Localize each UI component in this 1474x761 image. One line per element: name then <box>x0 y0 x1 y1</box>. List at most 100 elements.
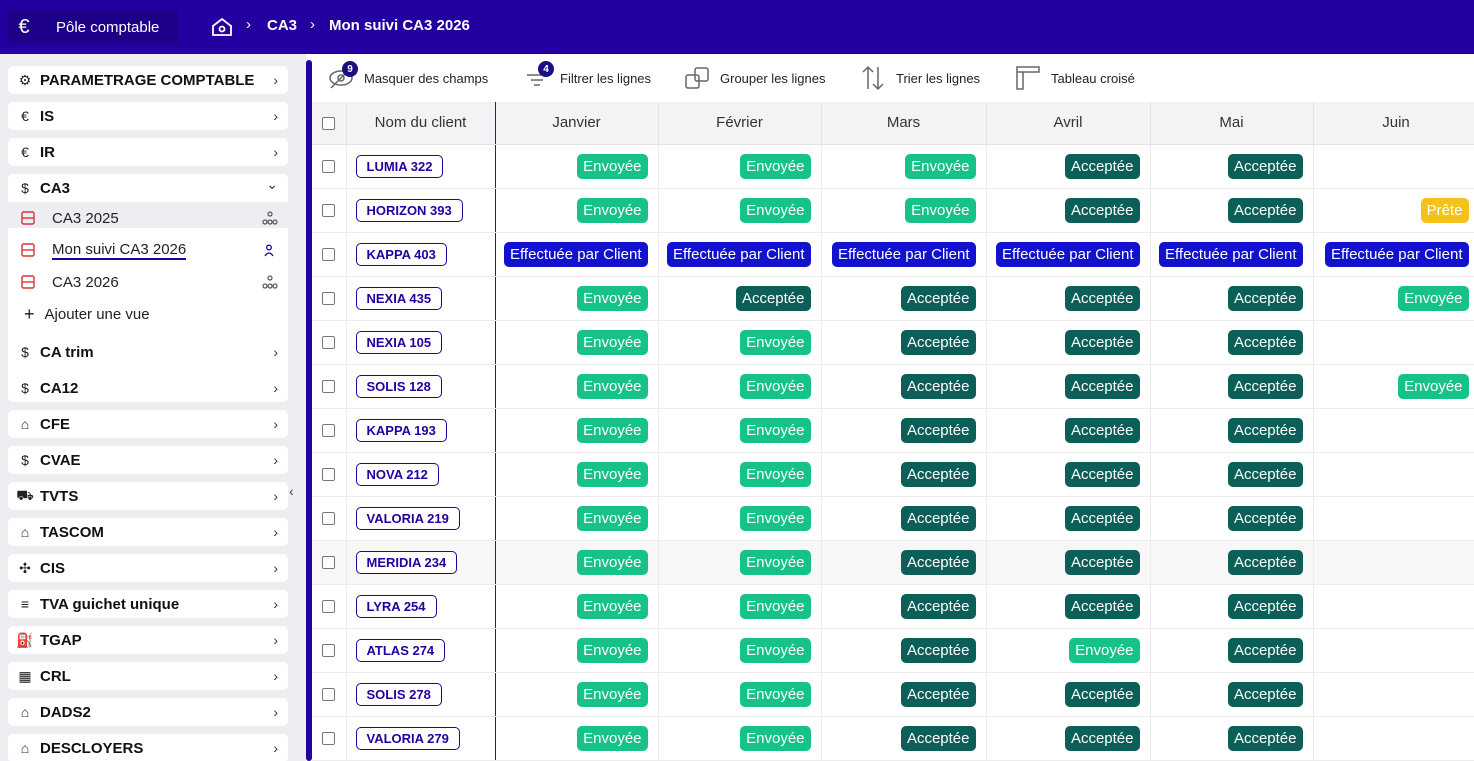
table-row[interactable]: HORIZON 393 Envoyée Envoyée Envoyée Acceptée… <box>312 188 1474 233</box>
status-cell[interactable] <box>1313 716 1474 761</box>
status-cell[interactable]: Envoyée <box>658 364 822 409</box>
row-checkbox[interactable] <box>322 556 336 570</box>
status-cell[interactable]: Envoyée <box>658 628 822 673</box>
status-cell[interactable]: Acceptée <box>986 144 1151 189</box>
row-checkbox[interactable] <box>322 292 336 306</box>
status-cell[interactable]: Envoyée <box>495 628 659 673</box>
sidebar-item-crl[interactable]: ▦ CRL › <box>8 662 288 690</box>
table-row[interactable]: KAPPA 403 Effectuée par Client Effectuée p… <box>312 232 1474 277</box>
sidebar-item-ca12[interactable]: $ CA12 › <box>8 374 288 402</box>
status-cell[interactable]: Acceptée <box>1150 540 1314 585</box>
group-rows-button[interactable]: Grouper les lignes <box>682 54 826 102</box>
table-row[interactable]: KAPPA 193 Envoyée Envoyée Acceptée Acceptée A… <box>312 408 1474 453</box>
status-cell[interactable]: Acceptée <box>1150 364 1314 409</box>
status-cell[interactable]: Envoyée <box>495 188 659 233</box>
status-cell[interactable]: Effectuée par Client <box>986 232 1151 277</box>
sidebar-item-ca-trim[interactable]: $ CA trim › <box>8 338 288 366</box>
column-header[interactable]: Avril <box>986 102 1151 145</box>
status-cell[interactable]: Envoyée <box>821 144 987 189</box>
sidebar-item-tgap[interactable]: ⛽ TGAP › <box>8 626 288 654</box>
row-checkbox[interactable] <box>322 248 336 262</box>
status-cell[interactable]: Prête <box>1313 188 1474 233</box>
status-cell[interactable]: Acceptée <box>986 672 1151 717</box>
client-chip[interactable]: ATLAS 274 <box>355 638 446 662</box>
status-cell[interactable]: Envoyée <box>495 408 659 453</box>
status-cell[interactable]: Acceptée <box>986 452 1151 497</box>
status-cell[interactable]: Envoyée <box>658 672 822 717</box>
status-cell[interactable]: Envoyée <box>495 496 659 541</box>
home-icon[interactable] <box>210 15 234 39</box>
status-cell[interactable]: Acceptée <box>986 408 1151 453</box>
status-cell[interactable]: Effectuée par Client <box>1313 232 1474 277</box>
column-header[interactable]: Nom du client <box>346 102 496 145</box>
status-cell[interactable]: Envoyée <box>495 452 659 497</box>
status-cell[interactable]: Envoyée <box>658 144 822 189</box>
row-checkbox[interactable] <box>322 468 336 482</box>
status-cell[interactable]: Acceptée <box>986 540 1151 585</box>
status-cell[interactable] <box>1313 496 1474 541</box>
table-row[interactable]: VALORIA 219 Envoyée Envoyée Acceptée Accepté… <box>312 496 1474 541</box>
status-cell[interactable]: Envoyée <box>1313 276 1474 321</box>
status-cell[interactable]: Envoyée <box>1313 364 1474 409</box>
table-row[interactable]: NOVA 212 Envoyée Envoyée Acceptée Acceptée Ac… <box>312 452 1474 497</box>
status-cell[interactable] <box>1313 540 1474 585</box>
status-cell[interactable]: Envoyée <box>495 584 659 629</box>
sidebar-item-cfe[interactable]: ⌂ CFE › <box>8 410 288 438</box>
status-cell[interactable]: Envoyée <box>658 496 822 541</box>
status-cell[interactable]: Envoyée <box>658 188 822 233</box>
status-cell[interactable]: Envoyée <box>495 276 659 321</box>
status-cell[interactable]: Acceptée <box>986 320 1151 365</box>
status-cell[interactable]: Acceptée <box>821 452 987 497</box>
status-cell[interactable]: Acceptée <box>1150 408 1314 453</box>
status-cell[interactable]: Envoyée <box>495 364 659 409</box>
client-chip[interactable]: NEXIA 105 <box>355 330 443 354</box>
status-cell[interactable]: Acceptée <box>986 364 1151 409</box>
status-cell[interactable]: Envoyée <box>658 540 822 585</box>
status-cell[interactable]: Envoyée <box>658 584 822 629</box>
row-checkbox[interactable] <box>322 204 336 218</box>
client-chip[interactable]: MERIDIA 234 <box>355 550 458 574</box>
status-cell[interactable]: Acceptée <box>821 672 987 717</box>
status-cell[interactable]: Acceptée <box>1150 628 1314 673</box>
status-cell[interactable]: Acceptée <box>1150 496 1314 541</box>
client-chip[interactable]: KAPPA 403 <box>355 242 447 266</box>
status-cell[interactable] <box>1313 408 1474 453</box>
table-row[interactable]: ATLAS 274 Envoyée Envoyée Acceptée Envoyée Ac… <box>312 628 1474 673</box>
client-chip[interactable]: SOLIS 128 <box>355 374 442 398</box>
status-cell[interactable]: Acceptée <box>1150 716 1314 761</box>
sidebar-item-ca3[interactable]: $ CA3 ⌄ <box>8 174 288 202</box>
sidebar-item-tvts[interactable]: ⛟ TVTS › <box>8 482 288 510</box>
row-checkbox[interactable] <box>322 644 336 658</box>
status-cell[interactable]: Envoyée <box>658 320 822 365</box>
filter-rows-button[interactable]: 4 Filtrer les lignes <box>522 54 651 102</box>
status-cell[interactable]: Envoyée <box>495 320 659 365</box>
status-cell[interactable] <box>1313 320 1474 365</box>
column-header[interactable]: Janvier <box>495 102 659 145</box>
sidebar-item-dads2[interactable]: ⌂ DADS2 › <box>8 698 288 726</box>
table-row[interactable]: SOLIS 128 Envoyée Envoyée Acceptée Acceptée A… <box>312 364 1474 409</box>
client-chip[interactable]: VALORIA 279 <box>355 726 460 750</box>
table-row[interactable]: SOLIS 278 Envoyée Envoyée Acceptée Acceptée A… <box>312 672 1474 717</box>
collapse-sidebar-icon[interactable]: ‹ <box>289 483 294 499</box>
status-cell[interactable]: Acceptée <box>1150 672 1314 717</box>
table-row[interactable]: LYRA 254 Envoyée Envoyée Acceptée Acceptée Ac… <box>312 584 1474 629</box>
status-cell[interactable]: Envoyée <box>495 540 659 585</box>
status-cell[interactable]: Acceptée <box>986 584 1151 629</box>
status-cell[interactable]: Acceptée <box>821 540 987 585</box>
status-cell[interactable] <box>1313 144 1474 189</box>
table-row[interactable]: MERIDIA 234 Envoyée Envoyée Acceptée Accepté… <box>312 540 1474 585</box>
sort-rows-button[interactable]: Trier les lignes <box>858 54 980 102</box>
column-header[interactable]: Mai <box>1150 102 1314 145</box>
client-chip[interactable]: NOVA 212 <box>355 462 439 486</box>
status-cell[interactable]: Acceptée <box>658 276 822 321</box>
status-cell[interactable]: Effectuée par Client <box>1150 232 1314 277</box>
status-cell[interactable] <box>1313 672 1474 717</box>
sidebar-item-tva-guichet-unique[interactable]: ≡ TVA guichet unique › <box>8 590 288 618</box>
row-checkbox[interactable] <box>322 600 336 614</box>
column-header[interactable]: Mars <box>821 102 987 145</box>
row-checkbox[interactable] <box>322 336 336 350</box>
sidebar-item-tascom[interactable]: ⌂ TASCOM › <box>8 518 288 546</box>
sidebar-view-ca3-2025[interactable]: CA3 2025 <box>20 206 119 230</box>
client-chip[interactable]: KAPPA 193 <box>355 418 447 442</box>
status-cell[interactable]: Acceptée <box>821 364 987 409</box>
